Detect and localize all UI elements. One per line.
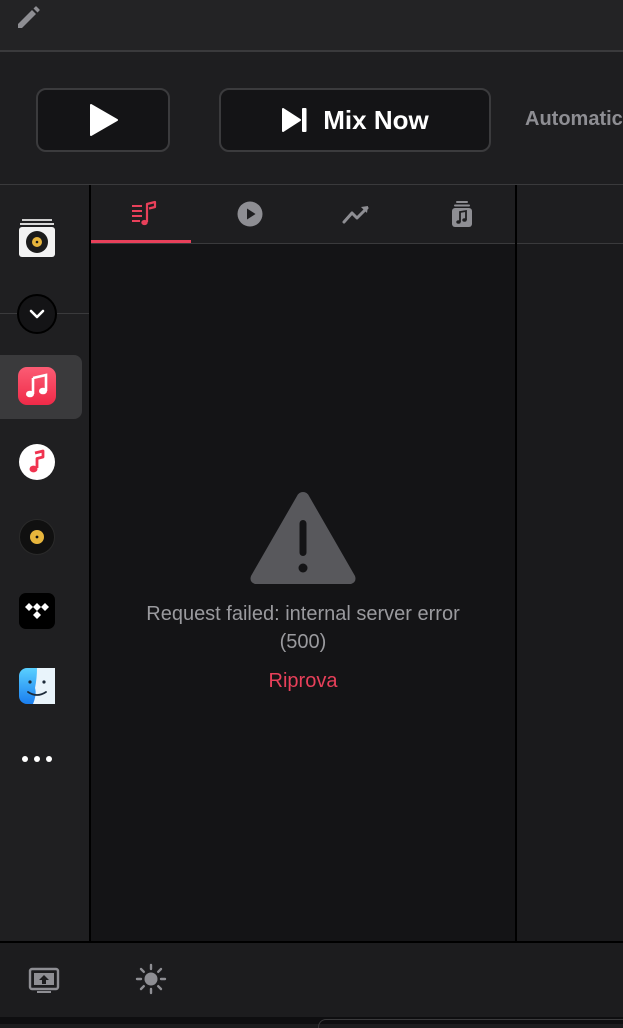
top-bar [0, 0, 623, 52]
bottom-bar [0, 941, 623, 1019]
mix-now-label: Mix Now [323, 104, 429, 135]
music-note-icon [19, 444, 55, 480]
retry-button[interactable]: Riprova [91, 670, 515, 693]
panel-tabs [91, 185, 515, 244]
sidebar-item-vinyl-box[interactable] [18, 218, 56, 258]
warning-icon [250, 492, 356, 584]
tab-queue[interactable] [91, 185, 197, 243]
more-icon [22, 756, 52, 762]
brightness-button[interactable] [135, 963, 167, 995]
error-state: Request failed: internal server error (5… [91, 488, 515, 693]
screen-share-button[interactable] [28, 967, 60, 995]
mix-now-button[interactable]: Mix Now [219, 88, 491, 152]
bottom-strip [0, 1017, 623, 1028]
tab-library[interactable] [409, 185, 515, 243]
sidebar-more-button[interactable] [17, 749, 57, 769]
queue-icon [132, 200, 157, 226]
tab-playing[interactable] [197, 185, 303, 243]
right-panel-header [517, 185, 623, 244]
chevron-down-icon [29, 309, 45, 319]
trend-icon [342, 206, 369, 224]
sidebar-divider [57, 313, 89, 314]
finder-icon [19, 668, 55, 704]
error-message: Request failed: internal server error (5… [146, 603, 460, 653]
sidebar-item-finder[interactable] [19, 668, 55, 704]
vinyl-box-icon [19, 219, 55, 257]
pencil-icon[interactable] [14, 2, 42, 30]
vinyl-icon [19, 519, 55, 555]
sidebar-item-apple-music[interactable] [18, 367, 56, 405]
screen-share-icon [28, 967, 60, 993]
play-next-icon [282, 108, 307, 132]
content-area: Request failed: internal server error (5… [91, 244, 515, 941]
play-button[interactable] [36, 88, 170, 152]
sidebar-item-vinyl[interactable] [19, 519, 55, 555]
play-icon [90, 104, 118, 136]
sidebar-divider [0, 313, 17, 314]
play-circle-icon [237, 201, 263, 227]
tidal-icon [19, 593, 55, 629]
music-library-icon [452, 201, 472, 227]
apple-music-icon [18, 367, 56, 405]
sidebar-item-music[interactable] [19, 444, 55, 480]
right-panel [517, 244, 623, 941]
sidebar-collapse-button[interactable] [17, 294, 57, 334]
automatic-label[interactable]: Automatic [525, 108, 623, 131]
sidebar-item-tidal[interactable] [19, 593, 55, 629]
tab-trending[interactable] [303, 185, 409, 243]
source-sidebar [0, 185, 91, 941]
transport-bar: Mix Now Automatic [0, 52, 623, 185]
sun-icon [135, 963, 167, 995]
